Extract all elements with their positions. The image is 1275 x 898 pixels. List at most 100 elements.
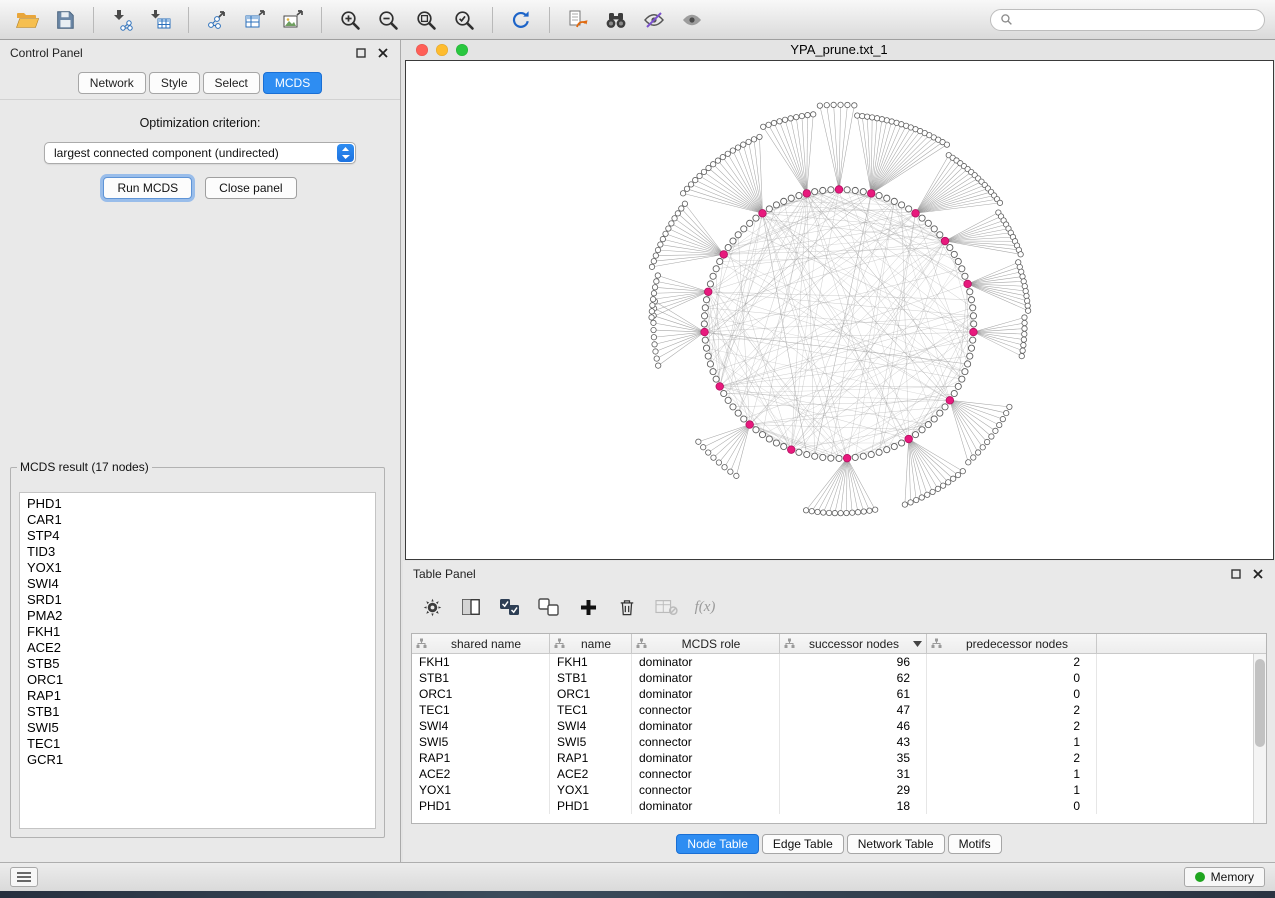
main-toolbar	[0, 0, 1275, 40]
tab-edge-table[interactable]: Edge Table	[762, 834, 844, 854]
column-attr-icon	[554, 638, 565, 649]
mcds-result-item[interactable]: TID3	[20, 544, 375, 560]
column-attr-icon	[416, 638, 427, 649]
tab-mcds[interactable]: MCDS	[263, 72, 322, 94]
control-panel-header: Control Panel	[0, 40, 400, 66]
save-button[interactable]	[48, 5, 82, 35]
zoom-out-button[interactable]	[371, 5, 405, 35]
mcds-result-item[interactable]: PHD1	[20, 496, 375, 512]
cell-predecessor-nodes: 2	[927, 750, 1097, 766]
table-row[interactable]: FKH1 FKH1 dominator 96 2	[412, 654, 1253, 670]
refresh-icon	[509, 8, 533, 32]
mcds-result-item[interactable]: ORC1	[20, 672, 375, 688]
column-header-shared-name[interactable]: shared name	[412, 634, 550, 653]
fx-icon: f(x)	[695, 599, 716, 616]
mcds-result-item[interactable]: FKH1	[20, 624, 375, 640]
mcds-result-item[interactable]: RAP1	[20, 688, 375, 704]
scrollbar-thumb[interactable]	[1255, 659, 1265, 747]
cell-name: SWI4	[550, 718, 632, 734]
column-header-successor-nodes[interactable]: successor nodes	[780, 634, 927, 653]
mcds-result-item[interactable]: PMA2	[20, 608, 375, 624]
delete-column-button[interactable]	[612, 592, 642, 622]
zoom-fit-button[interactable]	[409, 5, 443, 35]
mcds-result-item[interactable]: YOX1	[20, 560, 375, 576]
mcds-result-item[interactable]: GCR1	[20, 752, 375, 768]
export-image-button[interactable]	[276, 5, 310, 35]
cell-mcds-role: dominator	[632, 686, 780, 702]
toggle-graphics-button[interactable]	[637, 5, 671, 35]
table-row[interactable]: ORC1 ORC1 dominator 61 0	[412, 686, 1253, 702]
node-table-header: shared name name MCDS role successor nod…	[412, 634, 1266, 654]
show-graphics-button[interactable]	[675, 5, 709, 35]
table-row[interactable]: TEC1 TEC1 connector 47 2	[412, 702, 1253, 718]
deselect-all-rows-button[interactable]	[534, 592, 564, 622]
control-panel-float-button[interactable]	[354, 46, 368, 60]
table-row[interactable]: SWI5 SWI5 connector 43 1	[412, 734, 1253, 750]
table-scrollbar[interactable]	[1253, 654, 1266, 823]
mcds-result-item[interactable]: SRD1	[20, 592, 375, 608]
cell-mcds-role: dominator	[632, 750, 780, 766]
cell-predecessor-nodes: 2	[927, 654, 1097, 670]
export-table-button[interactable]	[238, 5, 272, 35]
table-row[interactable]: YOX1 YOX1 connector 29 1	[412, 782, 1253, 798]
float-window-icon	[356, 48, 366, 58]
zoom-fit-icon	[414, 8, 438, 32]
column-header-predecessor-nodes[interactable]: predecessor nodes	[927, 634, 1097, 653]
cell-mcds-role: connector	[632, 766, 780, 782]
mcds-result-item[interactable]: STP4	[20, 528, 375, 544]
tab-style[interactable]: Style	[149, 72, 200, 94]
tab-motifs[interactable]: Motifs	[948, 834, 1002, 854]
import-table-button[interactable]	[143, 5, 177, 35]
tab-node-table[interactable]: Node Table	[676, 834, 759, 854]
mcds-result-item[interactable]: STB1	[20, 704, 375, 720]
tab-network[interactable]: Network	[78, 72, 146, 94]
table-panel-close-button[interactable]	[1251, 567, 1265, 581]
hide-column-button[interactable]	[651, 592, 681, 622]
cell-predecessor-nodes: 1	[927, 734, 1097, 750]
table-row[interactable]: ACE2 ACE2 connector 31 1	[412, 766, 1253, 782]
tab-select[interactable]: Select	[203, 72, 260, 94]
mcds-result-list[interactable]: PHD1CAR1STP4TID3YOX1SWI4SRD1PMA2FKH1ACE2…	[19, 492, 376, 829]
zoom-selected-button[interactable]	[447, 5, 481, 35]
export-network-button[interactable]	[200, 5, 234, 35]
select-all-rows-button[interactable]	[495, 592, 525, 622]
mcds-result-item[interactable]: SWI4	[20, 576, 375, 592]
open-file-button[interactable]	[10, 5, 44, 35]
network-graph[interactable]	[406, 61, 1273, 559]
mcds-result-item[interactable]: TEC1	[20, 736, 375, 752]
mcds-result-item[interactable]: CAR1	[20, 512, 375, 528]
find-button[interactable]	[599, 5, 633, 35]
share-document-button[interactable]	[561, 5, 595, 35]
cell-mcds-role: dominator	[632, 798, 780, 814]
memory-button[interactable]: Memory	[1184, 867, 1265, 887]
mcds-result-item[interactable]: SWI5	[20, 720, 375, 736]
cell-successor-nodes: 62	[780, 670, 927, 686]
table-settings-button[interactable]	[417, 592, 447, 622]
control-panel-close-button[interactable]	[376, 46, 390, 60]
function-builder-button[interactable]: f(x)	[690, 592, 720, 622]
search-input[interactable]	[1019, 12, 1255, 28]
network-canvas[interactable]	[405, 60, 1274, 560]
cell-mcds-role: connector	[632, 734, 780, 750]
mcds-result-item[interactable]: ACE2	[20, 640, 375, 656]
table-panel-float-button[interactable]	[1229, 567, 1243, 581]
mcds-result-item[interactable]: STB5	[20, 656, 375, 672]
refresh-layout-button[interactable]	[504, 5, 538, 35]
desktop-background	[0, 891, 1275, 898]
eye-slash-icon	[642, 8, 666, 32]
column-header-name[interactable]: name	[550, 634, 632, 653]
criterion-select[interactable]: largest connected component (undirected)	[44, 142, 356, 164]
table-row[interactable]: STB1 STB1 dominator 62 0	[412, 670, 1253, 686]
task-history-button[interactable]	[10, 867, 38, 887]
table-row[interactable]: SWI4 SWI4 dominator 46 2	[412, 718, 1253, 734]
add-column-button[interactable]	[573, 592, 603, 622]
run-mcds-button[interactable]: Run MCDS	[103, 177, 192, 199]
zoom-in-button[interactable]	[333, 5, 367, 35]
mcds-close-panel-button[interactable]: Close panel	[205, 177, 296, 199]
table-row[interactable]: PHD1 PHD1 dominator 18 0	[412, 798, 1253, 814]
tab-network-table[interactable]: Network Table	[847, 834, 945, 854]
table-row[interactable]: RAP1 RAP1 dominator 35 2	[412, 750, 1253, 766]
column-header-mcds-role[interactable]: MCDS role	[632, 634, 780, 653]
import-network-button[interactable]	[105, 5, 139, 35]
show-columns-button[interactable]	[456, 592, 486, 622]
